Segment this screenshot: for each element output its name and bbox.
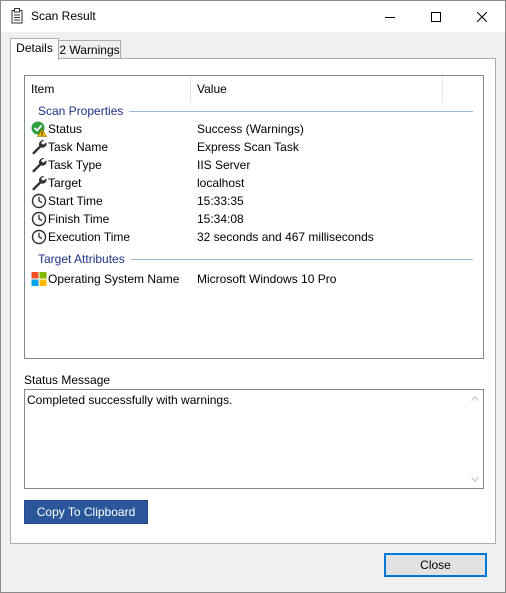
clock-icon — [31, 211, 47, 227]
group-target-attributes[interactable]: Target Attributes — [25, 250, 483, 268]
window-title: Scan Result — [31, 9, 96, 23]
item-name: Target — [48, 176, 82, 190]
scroll-down-button[interactable] — [466, 471, 483, 488]
details-panel: Item Value Scan Properties Status Succes… — [10, 58, 496, 544]
copy-to-clipboard-button[interactable]: Copy To Clipboard — [24, 500, 148, 524]
properties-list[interactable]: Item Value Scan Properties Status Succes… — [24, 75, 484, 359]
list-item-start-time[interactable]: Start Time 15:33:35 — [25, 192, 483, 210]
group-label: Target Attributes — [38, 250, 131, 268]
minimize-button[interactable] — [367, 1, 413, 32]
item-value: IIS Server — [197, 158, 251, 172]
item-value: Microsoft Windows 10 Pro — [197, 272, 337, 286]
list-item-task-name[interactable]: Task Name Express Scan Task — [25, 138, 483, 156]
chevron-down-icon — [470, 477, 479, 482]
tab-details[interactable]: Details — [10, 38, 59, 60]
item-name: Status — [48, 122, 83, 136]
item-name: Operating System Name — [48, 272, 180, 286]
maximize-icon — [431, 11, 441, 22]
item-value: Express Scan Task — [197, 140, 299, 154]
clock-icon — [31, 193, 47, 209]
item-value: Success (Warnings) — [197, 122, 304, 136]
close-icon — [477, 11, 487, 22]
item-value: localhost — [197, 176, 245, 190]
item-name: Task Type — [48, 158, 102, 172]
list-item-status[interactable]: Status Success (Warnings) — [25, 120, 483, 138]
close-button[interactable]: Close — [384, 553, 487, 577]
vertical-scrollbar[interactable] — [466, 390, 483, 488]
item-name: Execution Time — [48, 230, 131, 244]
item-value: 32 seconds and 467 milliseconds — [197, 230, 374, 244]
group-scan-properties[interactable]: Scan Properties — [25, 102, 483, 120]
scan-result-window: Scan Result Details 2 Warnings Item Valu… — [0, 0, 506, 593]
list-item-operating-system[interactable]: Operating System Name Microsoft Windows … — [25, 270, 483, 288]
status-message-label: Status Message — [24, 373, 111, 387]
item-name: Finish Time — [48, 212, 110, 226]
column-header-item[interactable]: Item — [25, 76, 191, 102]
title-bar[interactable]: Scan Result — [1, 1, 505, 32]
minimize-icon — [385, 16, 395, 18]
column-header-value[interactable]: Value — [191, 76, 443, 102]
scroll-up-button[interactable] — [466, 390, 483, 407]
list-header: Item Value — [25, 76, 483, 102]
item-value: 15:33:35 — [197, 194, 244, 208]
maximize-button[interactable] — [413, 1, 459, 32]
clock-icon — [31, 229, 47, 245]
item-value: 15:34:08 — [197, 212, 244, 226]
wrench-icon — [32, 176, 47, 191]
list-item-execution-time[interactable]: Execution Time 32 seconds and 467 millis… — [25, 228, 483, 246]
chevron-up-icon — [470, 396, 479, 401]
list-item-finish-time[interactable]: Finish Time 15:34:08 — [25, 210, 483, 228]
success-warning-icon — [31, 121, 47, 137]
item-name: Start Time — [48, 194, 103, 208]
wrench-icon — [32, 158, 47, 173]
windows-logo-icon — [31, 272, 47, 286]
column-header-filler — [443, 76, 483, 102]
group-label: Scan Properties — [38, 102, 130, 120]
clipboard-icon — [11, 8, 23, 24]
close-window-button[interactable] — [459, 1, 505, 32]
status-message-text: Completed successfully with warnings. — [27, 393, 233, 407]
status-message-textbox[interactable]: Completed successfully with warnings. — [24, 389, 484, 489]
wrench-icon — [32, 140, 47, 155]
list-item-task-type[interactable]: Task Type IIS Server — [25, 156, 483, 174]
list-item-target[interactable]: Target localhost — [25, 174, 483, 192]
item-name: Task Name — [48, 140, 109, 154]
